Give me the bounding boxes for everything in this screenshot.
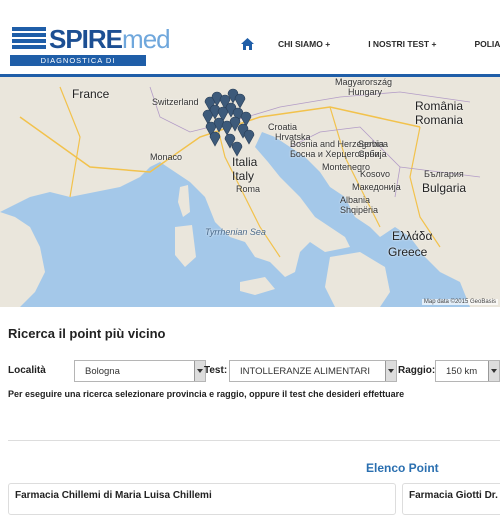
map-label-romania: România [415,99,464,113]
result-card[interactable]: Farmacia Giotti Dr. [402,483,500,515]
localita-select[interactable]: Bologna [74,360,206,382]
map-label-macedonia: Македонија [352,182,401,192]
result-card-title[interactable]: Farmacia Chillemi di Maria Luisa Chillem… [15,490,212,501]
raggio-value: 150 km [446,366,478,377]
localita-value: Bologna [85,366,120,377]
search-hint: Per eseguire una ricerca selezionare pro… [8,389,405,399]
home-icon[interactable] [236,36,258,52]
map-label-italia: Italia [232,155,258,169]
map-label-shqiperia: Shqipëria [340,205,379,215]
map-label-france: France [72,87,110,101]
search-form: Località Bologna Test: INTOLLERANZE ALIM… [8,360,500,384]
site-header: SPIREmed DIAGNOSTICA DI ECCELLENZA CHI S… [0,0,500,78]
logo-main: SPIRE [49,24,123,54]
result-card[interactable]: Farmacia Chillemi di Maria Luisa Chillem… [8,483,396,515]
map-label-roma: Roma [236,184,261,194]
results-heading: Elenco Point [366,461,439,475]
raggio-select[interactable]: 150 km [435,360,500,382]
raggio-label: Raggio: [398,365,436,376]
map-label-albania: Albania [340,195,371,205]
nav-item-nostri-test[interactable]: I NOSTRI TEST + [368,39,436,49]
map-label-switzerland: Switzerland [152,97,199,107]
map-label-kosovo: Kosovo [360,169,391,179]
map-label-bulgaria-cyrillic: България [424,169,464,179]
nav-item-poliambulatori[interactable]: POLIAMBULATORI [474,39,500,49]
logo-icon[interactable] [12,27,46,51]
chevron-down-icon [385,361,396,381]
map-label-monaco: Monaco [150,152,183,162]
section-divider [8,440,500,441]
map-label-hungary: Hungary [348,87,383,97]
map-label-romania-en: Romania [415,113,464,127]
logo-tagline: DIAGNOSTICA DI ECCELLENZA [10,55,146,76]
map-label-bulgaria: Bulgaria [422,181,467,195]
search-title: Ricerca il point più vicino [8,326,166,341]
map[interactable]: France Switzerland Monaco Italia Italy R… [0,77,500,307]
map-label-ellada: Ελλάδα [392,229,433,243]
map-label-serbia: Serbia [358,139,385,149]
nav-item-chi-siamo[interactable]: CHI SIAMO + [278,39,330,49]
test-value: INTOLLERANZE ALIMENTARI [240,366,371,377]
localita-label: Località [8,365,46,376]
chevron-down-icon [488,361,499,381]
map-attribution: Map data ©2015 GeoBasis [421,299,498,305]
logo-light: med [122,24,171,54]
main-nav: CHI SIAMO + I NOSTRI TEST + POLIAMBULATO… [236,36,500,52]
map-label-greece: Greece [388,245,428,259]
test-select[interactable]: INTOLLERANZE ALIMENTARI [229,360,397,382]
logo[interactable]: SPIREmed [49,24,171,55]
map-label-croatia: Croatia [268,122,298,132]
map-label-italy: Italy [232,169,255,183]
test-label: Test: [204,365,228,376]
result-card-title[interactable]: Farmacia Giotti Dr. [409,490,498,501]
map-label-magyarorszag: Magyarország [335,77,393,87]
map-label-tyrrhenian-sea: Tyrrhenian Sea [205,227,266,237]
map-label-serbia-cyrillic: Србија [358,149,387,159]
